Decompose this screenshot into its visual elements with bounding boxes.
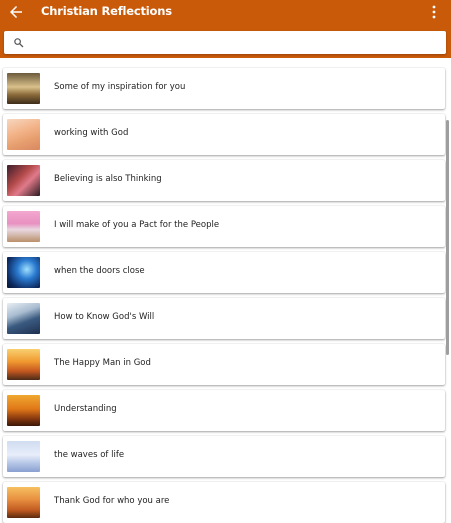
- search-input[interactable]: [32, 33, 432, 51]
- arrow-back-icon[interactable]: [7, 3, 25, 21]
- item-thumbnail: [7, 73, 40, 104]
- item-thumbnail: [7, 119, 40, 150]
- search-icon: [14, 38, 24, 48]
- item-title: when the doors close: [54, 266, 145, 276]
- list-item[interactable]: How to Know God's Will: [3, 298, 445, 339]
- list-item[interactable]: I will make of you a Pact for the People: [3, 206, 445, 247]
- item-title: the waves of life: [54, 450, 125, 460]
- item-title: How to Know God's Will: [54, 312, 155, 322]
- list-item[interactable]: The Happy Man in God: [3, 344, 445, 385]
- item-thumbnail: [7, 165, 40, 196]
- list-item[interactable]: the waves of life: [3, 436, 445, 477]
- item-title: Believing is also Thinking: [54, 174, 162, 184]
- item-thumbnail: [7, 487, 40, 518]
- item-title: Thank God for who you are: [54, 496, 170, 506]
- item-thumbnail: [7, 349, 40, 380]
- item-title: The Happy Man in God: [54, 358, 151, 368]
- list-item[interactable]: Thank God for who you are: [3, 482, 445, 523]
- item-thumbnail: [7, 441, 40, 472]
- app-bar: Christian Reflections: [0, 0, 451, 58]
- search-bar[interactable]: [4, 31, 446, 54]
- list-item[interactable]: working with God: [3, 114, 445, 155]
- item-thumbnail: [7, 395, 40, 426]
- list-item[interactable]: Understanding: [3, 390, 445, 431]
- item-title: working with God: [54, 128, 129, 138]
- app-title: Christian Reflections: [41, 4, 172, 18]
- list-item[interactable]: Believing is also Thinking: [3, 160, 445, 201]
- item-title: Understanding: [54, 404, 117, 414]
- item-title: I will make of you a Pact for the People: [54, 220, 220, 230]
- item-thumbnail: [7, 211, 40, 242]
- list-item[interactable]: when the doors close: [3, 252, 445, 293]
- item-thumbnail: [7, 303, 40, 334]
- list-item[interactable]: Some of my inspiration for you: [3, 68, 445, 109]
- reflection-list: Some of my inspiration for you working w…: [0, 62, 451, 523]
- more-vert-icon[interactable]: [428, 4, 440, 20]
- item-title: Some of my inspiration for you: [54, 82, 186, 92]
- scrollbar[interactable]: [446, 120, 449, 355]
- item-thumbnail: [7, 257, 40, 288]
